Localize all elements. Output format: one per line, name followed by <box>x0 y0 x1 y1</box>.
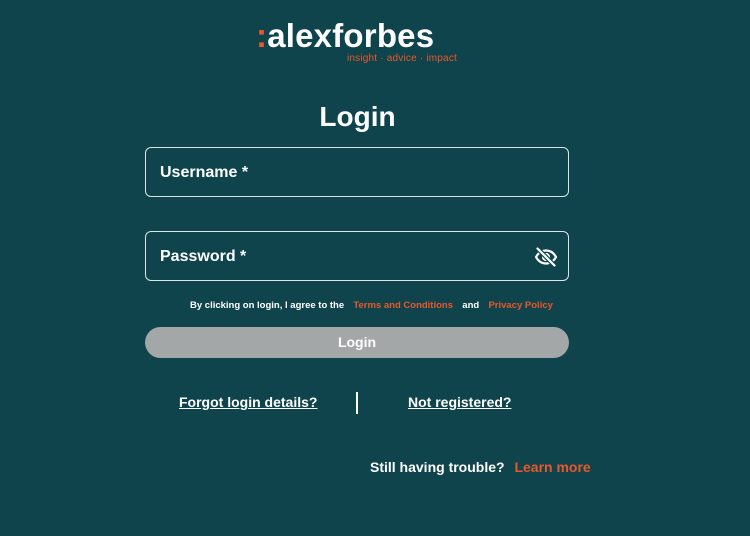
eye-off-icon[interactable] <box>534 245 558 269</box>
login-button[interactable]: Login <box>145 327 569 358</box>
username-field[interactable]: Username * <box>145 147 569 197</box>
learn-more-link[interactable]: Learn more <box>514 459 590 475</box>
logo-colon: : <box>256 17 268 54</box>
forgot-login-link[interactable]: Forgot login details? <box>179 393 317 411</box>
consent-and: and <box>462 300 480 311</box>
not-registered-link[interactable]: Not registered? <box>408 393 511 411</box>
alexforbes-logo: :alexforbes insight · advice · impact <box>256 16 466 68</box>
logo-name: alexforbes <box>267 17 435 54</box>
logo-wordmark: :alexforbes <box>256 16 434 56</box>
consent-text: By clicking on login, I agree to the Ter… <box>190 299 553 313</box>
help-prompt: Still having trouble? <box>370 459 505 475</box>
consent-prefix: By clicking on login, I agree to the <box>190 300 345 311</box>
username-input[interactable] <box>146 148 568 196</box>
login-page: :alexforbes insight · advice · impact Lo… <box>0 0 750 536</box>
terms-link[interactable]: Terms and Conditions <box>353 300 453 311</box>
privacy-policy-link[interactable]: Privacy Policy <box>488 300 552 311</box>
logo-tagline: insight · advice · impact <box>346 53 457 64</box>
password-field[interactable]: Password * <box>145 231 569 281</box>
password-input[interactable] <box>146 232 568 280</box>
page-title: Login <box>319 101 396 132</box>
help-row: Still having trouble? Learn more <box>370 458 591 476</box>
link-divider <box>356 392 358 414</box>
